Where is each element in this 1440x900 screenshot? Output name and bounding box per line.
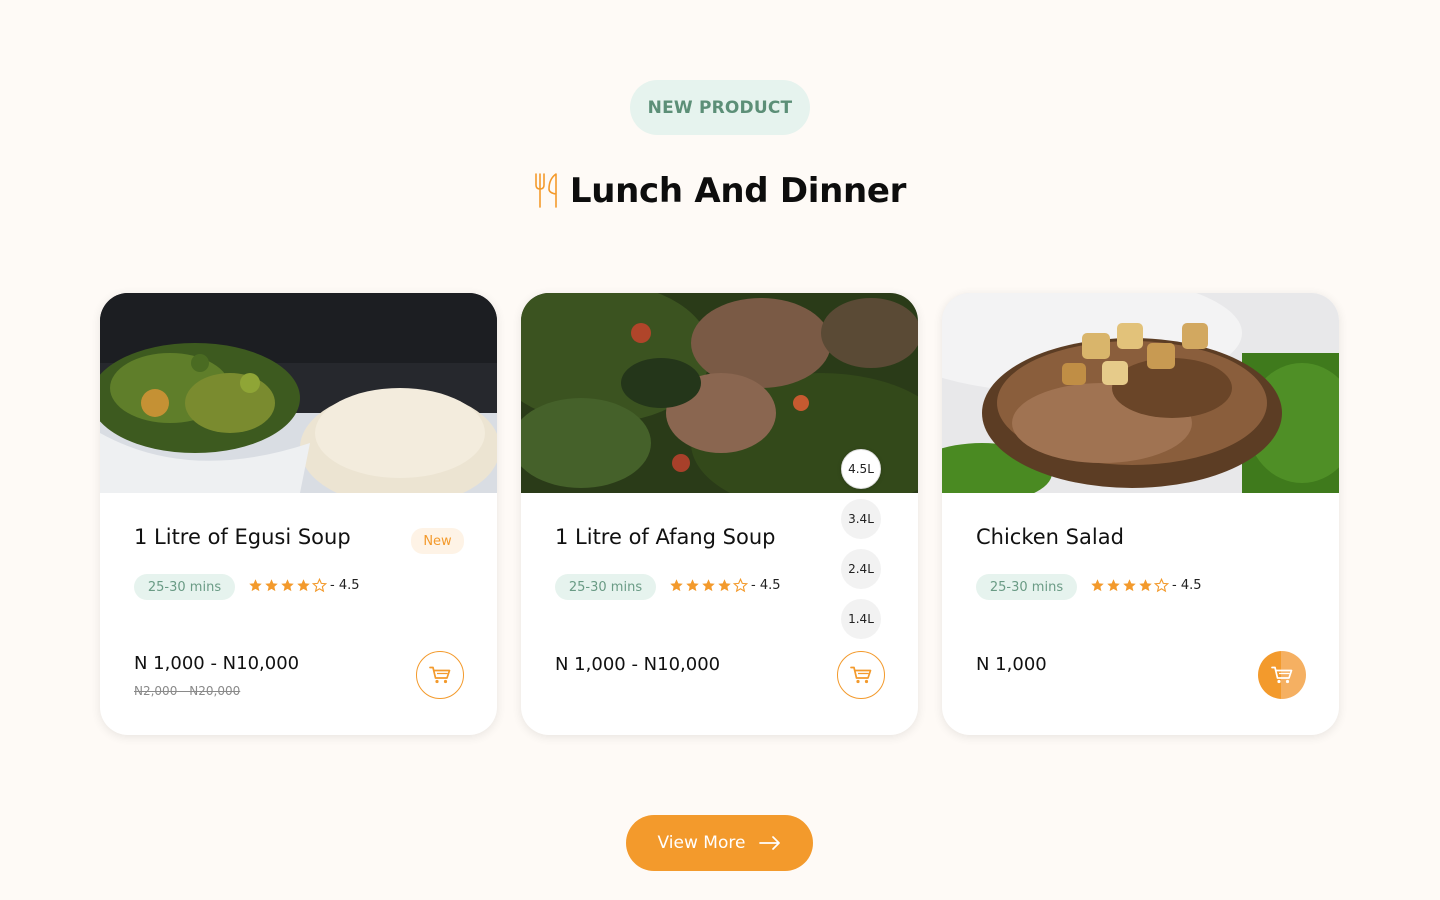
rating-value: - 4.5 xyxy=(1172,577,1202,593)
star-outline-icon xyxy=(733,577,748,592)
product-card[interactable]: Chicken Salad 25-30 mins - 4.5 N 1,000 xyxy=(942,293,1339,735)
cart-icon xyxy=(429,666,451,684)
section-heading: Lunch And Dinner xyxy=(0,168,1440,214)
price-range: N 1,000 - N10,000 xyxy=(555,654,721,675)
rating-value: - 4.5 xyxy=(751,577,781,593)
product-title[interactable]: 1 Litre of Afang Soup xyxy=(555,525,776,549)
delivery-time-badge: 25-30 mins xyxy=(555,574,656,600)
star-outline-icon xyxy=(1154,577,1169,592)
size-option-4-5l[interactable]: 4.5L xyxy=(841,449,881,489)
delivery-time-badge: 25-30 mins xyxy=(134,574,235,600)
price-range: N 1,000 - N10,000 xyxy=(134,653,300,674)
star-outline-icon xyxy=(312,577,327,592)
product-title[interactable]: Chicken Salad xyxy=(976,525,1124,549)
section-title: Lunch And Dinner xyxy=(569,171,907,211)
star-icon xyxy=(1107,578,1120,591)
star-icon xyxy=(1123,578,1136,591)
cart-icon xyxy=(1271,666,1293,684)
star-icon xyxy=(249,578,262,591)
add-to-cart-button[interactable] xyxy=(1258,651,1306,699)
add-to-cart-button[interactable] xyxy=(416,651,464,699)
cart-icon xyxy=(850,666,872,684)
star-icon xyxy=(1091,578,1104,591)
product-image[interactable] xyxy=(100,293,497,493)
star-icon xyxy=(1139,578,1152,591)
rating: - 4.5 xyxy=(669,574,781,596)
rating: - 4.5 xyxy=(248,574,360,596)
rating: - 4.5 xyxy=(1090,574,1202,596)
star-icon xyxy=(281,578,294,591)
star-icon xyxy=(718,578,731,591)
old-price: N2,000 - N20,000 xyxy=(134,684,241,698)
price: N 1,000 xyxy=(976,654,1047,675)
rating-value: - 4.5 xyxy=(330,577,360,593)
star-icon xyxy=(686,578,699,591)
star-icon xyxy=(670,578,683,591)
product-card[interactable]: 1 Litre of Egusi Soup New 25-30 mins - 4… xyxy=(100,293,497,735)
product-image[interactable] xyxy=(942,293,1339,493)
product-title[interactable]: 1 Litre of Egusi Soup xyxy=(134,525,351,549)
new-product-badge: NEW PRODUCT xyxy=(630,80,810,135)
new-badge: New xyxy=(411,528,464,554)
star-icon xyxy=(297,578,310,591)
size-option-3-4l[interactable]: 3.4L xyxy=(841,499,881,539)
cutlery-icon xyxy=(535,173,557,208)
add-to-cart-button[interactable] xyxy=(837,651,885,699)
size-option-1-4l[interactable]: 1.4L xyxy=(841,599,881,639)
view-more-button[interactable]: View More xyxy=(626,815,813,871)
lunch-dinner-section: NEW PRODUCT Lunch And Dinner 1 Litre of … xyxy=(0,0,1440,900)
delivery-time-badge: 25-30 mins xyxy=(976,574,1077,600)
arrow-right-icon xyxy=(759,836,781,850)
product-card[interactable]: 1 Litre of Afang Soup 25-30 mins - 4.5 4… xyxy=(521,293,918,735)
view-more-label: View More xyxy=(657,833,746,853)
star-icon xyxy=(265,578,278,591)
star-icon xyxy=(702,578,715,591)
size-option-2-4l[interactable]: 2.4L xyxy=(841,549,881,589)
